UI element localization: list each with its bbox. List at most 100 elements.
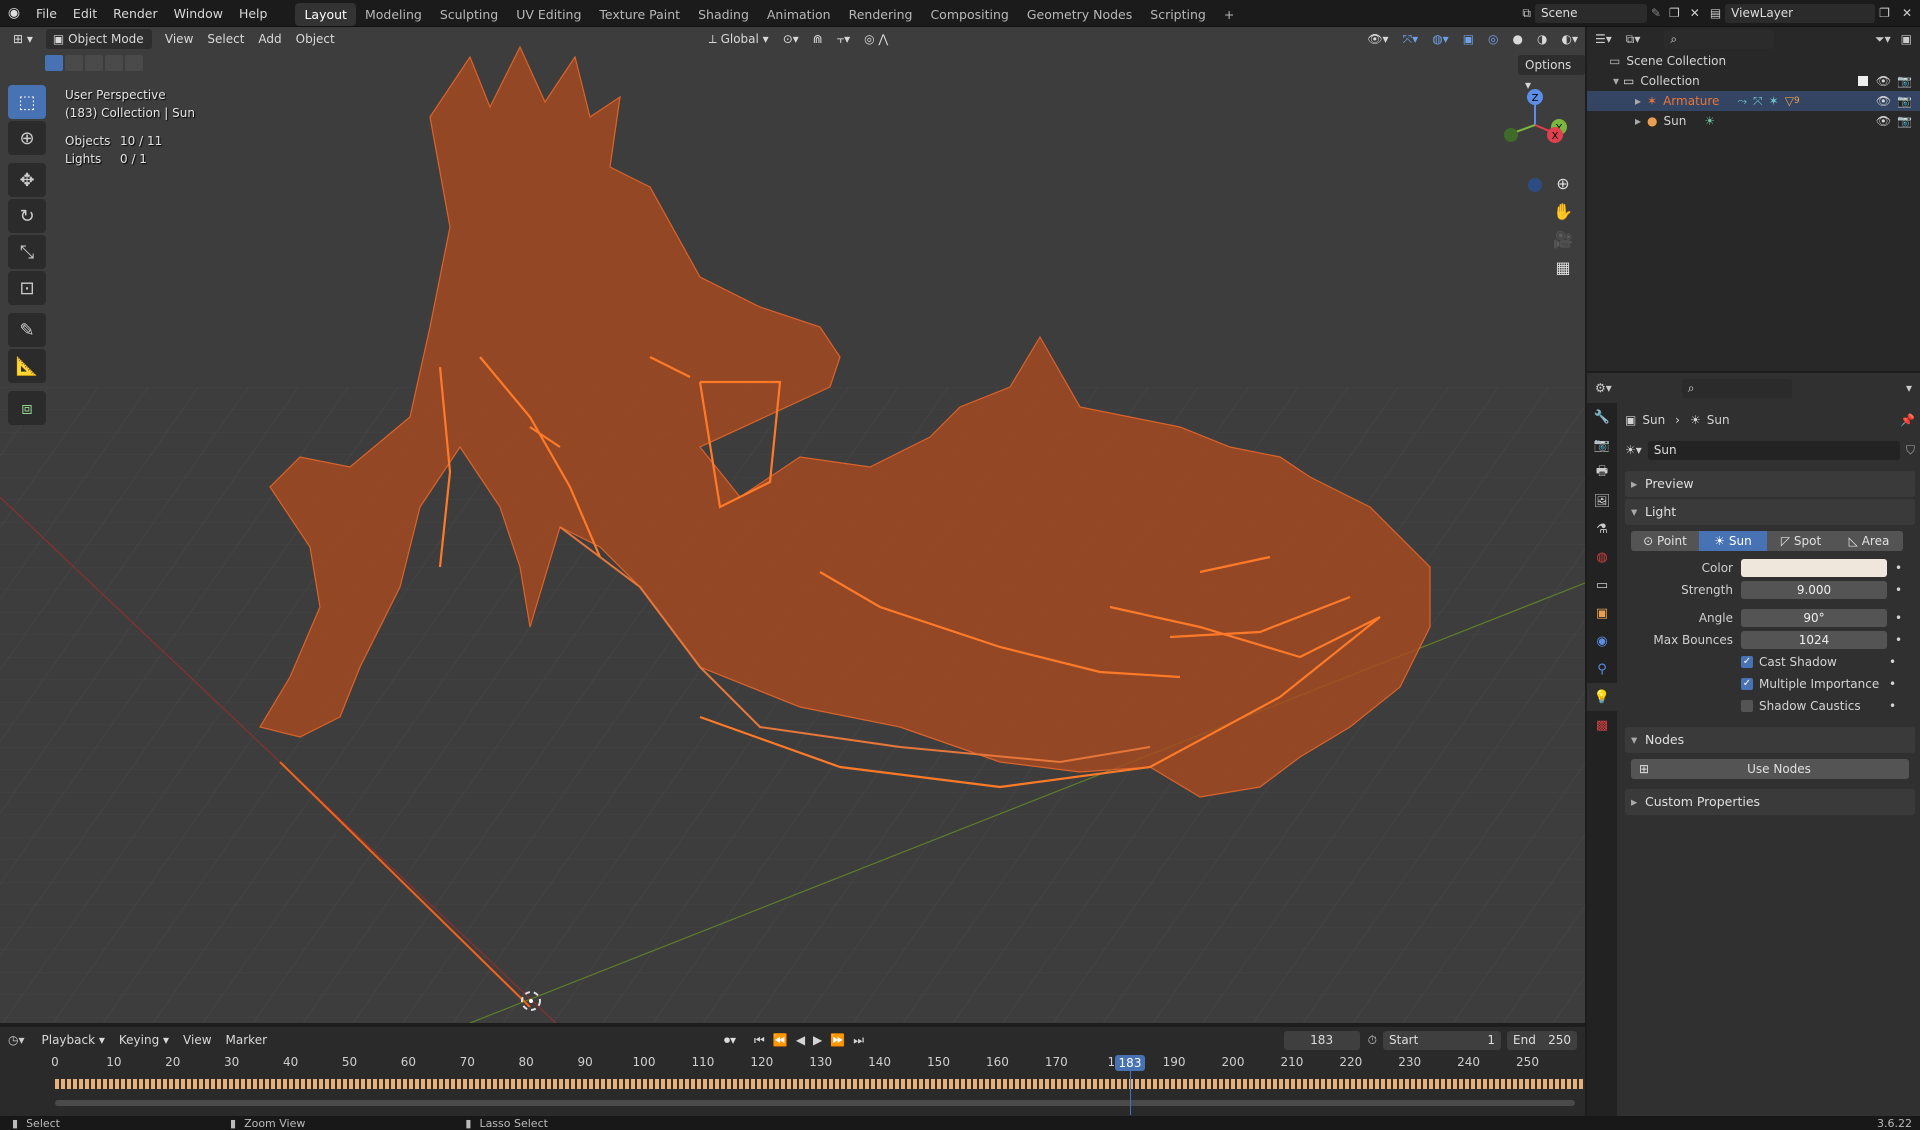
- start-frame-field[interactable]: Start 1: [1383, 1030, 1501, 1050]
- play-icon[interactable]: ▶: [813, 1033, 822, 1047]
- delete-scene-icon[interactable]: ✕: [1684, 6, 1706, 20]
- menu-object[interactable]: Object: [289, 29, 342, 49]
- tab-compositing[interactable]: Compositing: [921, 3, 1017, 26]
- properties-search-input[interactable]: ⌕: [1681, 378, 1792, 398]
- rendered-shading-icon[interactable]: ◐▾: [1555, 29, 1586, 49]
- playback-menu[interactable]: Playback ▾: [35, 1030, 112, 1050]
- keyframe-dot-icon[interactable]: •: [1895, 611, 1902, 625]
- transform-tool-icon[interactable]: ⊡: [8, 271, 46, 305]
- timeline-scrollbar[interactable]: [55, 1100, 1575, 1106]
- menu-edit[interactable]: Edit: [65, 0, 105, 27]
- add-cube-tool-icon[interactable]: ⧈: [8, 391, 46, 425]
- light-type-spot[interactable]: ◸ Spot: [1767, 531, 1835, 551]
- menu-add[interactable]: Add: [251, 29, 288, 49]
- eye-icon[interactable]: 👁: [1876, 111, 1891, 131]
- datablock-name-field[interactable]: Sun: [1647, 440, 1900, 460]
- output-tab-icon[interactable]: 🖶: [1587, 459, 1617, 487]
- keyframe-dot-icon[interactable]: •: [1895, 583, 1902, 597]
- tab-geometry-nodes[interactable]: Geometry Nodes: [1018, 3, 1141, 26]
- light-data-tab-icon[interactable]: 💡: [1587, 683, 1617, 711]
- light-type-sun[interactable]: ☀ Sun: [1699, 531, 1767, 551]
- tab-texture-paint[interactable]: Texture Paint: [590, 3, 689, 26]
- scene-icon[interactable]: ⧉: [1518, 6, 1535, 21]
- physics-tab-icon[interactable]: ◉: [1587, 627, 1617, 655]
- world-tab-icon[interactable]: ◍: [1587, 543, 1617, 571]
- filter-icon[interactable]: ⏷▾: [1875, 32, 1891, 47]
- editor-type-icon[interactable]: ⊞ ▾: [6, 29, 40, 49]
- eye-icon[interactable]: 👁: [1876, 91, 1891, 111]
- keying-menu[interactable]: Keying ▾: [112, 1030, 176, 1050]
- gizmo-z-label[interactable]: Z: [1532, 93, 1539, 104]
- properties-editor-icon[interactable]: ⚙▾: [1595, 381, 1612, 395]
- keyframe-dot-icon[interactable]: •: [1889, 655, 1896, 669]
- light-type-point[interactable]: ⊙ Point: [1631, 531, 1699, 551]
- max-bounces-field[interactable]: 1024: [1741, 631, 1887, 649]
- wireframe-shading-icon[interactable]: ◎: [1481, 29, 1505, 49]
- select-intersect-icon[interactable]: [125, 55, 143, 71]
- panel-preview[interactable]: Preview: [1625, 471, 1915, 497]
- pin-icon[interactable]: ✎: [1647, 6, 1665, 20]
- render-tab-icon[interactable]: 📷: [1587, 431, 1617, 459]
- overlay-toggle-icon[interactable]: ◍▾: [1425, 29, 1456, 49]
- menu-select[interactable]: Select: [200, 29, 251, 49]
- keyframe-dot-icon[interactable]: •: [1895, 633, 1902, 647]
- view-layer-field[interactable]: ViewLayer: [1725, 3, 1876, 23]
- select-invert-icon[interactable]: [105, 55, 123, 71]
- use-preview-range-icon[interactable]: ⏱: [1368, 1033, 1377, 1048]
- measure-tool-icon[interactable]: 📐: [8, 349, 46, 383]
- panel-custom-properties[interactable]: Custom Properties: [1625, 789, 1915, 815]
- transform-orientation-dropdown[interactable]: ⟂ Global ▾: [702, 29, 776, 49]
- use-nodes-button[interactable]: ⊞ Use Nodes: [1631, 759, 1909, 779]
- scale-tool-icon[interactable]: ⤡: [8, 235, 46, 269]
- pan-hand-icon[interactable]: ✋: [1548, 197, 1578, 225]
- panel-nodes[interactable]: Nodes: [1625, 727, 1915, 753]
- tab-shading[interactable]: Shading: [689, 3, 758, 26]
- camera-view-icon[interactable]: 🎥: [1548, 225, 1578, 253]
- pin-icon[interactable]: 📌: [1900, 413, 1915, 427]
- color-swatch[interactable]: [1741, 559, 1887, 577]
- expand-arrow-icon[interactable]: ▸: [1635, 91, 1641, 111]
- keyframe-dot-icon[interactable]: •: [1889, 677, 1896, 691]
- rotate-tool-icon[interactable]: ↻: [8, 199, 46, 233]
- tree-armature[interactable]: ▸ ✶ Armature ⤳ ⤧ ✶ ▽ 9 👁 📷: [1587, 91, 1920, 111]
- panel-light[interactable]: Light: [1625, 499, 1915, 525]
- tab-animation[interactable]: Animation: [758, 3, 840, 26]
- timeline-editor-icon[interactable]: ◷▾: [8, 1033, 25, 1047]
- blender-logo-icon[interactable]: ◉: [0, 5, 28, 21]
- jump-start-icon[interactable]: ⏮: [754, 1033, 765, 1048]
- tree-collection[interactable]: ▾ ▭ Collection 👁 📷: [1587, 71, 1920, 91]
- fake-user-shield-icon[interactable]: ⛉: [1906, 443, 1915, 458]
- keyframe-dot-icon[interactable]: •: [1889, 699, 1896, 713]
- timeline-view-menu[interactable]: View: [176, 1030, 218, 1050]
- menu-render[interactable]: Render: [105, 0, 166, 27]
- xray-icon[interactable]: ▣: [1456, 29, 1481, 49]
- keyframe-dot-icon[interactable]: •: [1895, 561, 1902, 575]
- mode-dropdown[interactable]: ▣ Object Mode ▾: [45, 29, 152, 66]
- current-frame-field[interactable]: 183: [1283, 1030, 1360, 1050]
- select-subtract-icon[interactable]: [85, 55, 103, 71]
- options-dropdown[interactable]: Options ▾: [1518, 55, 1585, 92]
- solid-shading-icon[interactable]: ●: [1506, 29, 1530, 49]
- cast-shadow-row[interactable]: ✓ Cast Shadow •: [1625, 651, 1915, 673]
- light-type-icon[interactable]: ☀▾: [1625, 443, 1642, 457]
- new-scene-icon[interactable]: ❐: [1665, 6, 1684, 20]
- select-box-tool-icon[interactable]: ⬚: [8, 85, 46, 119]
- multiple-importance-row[interactable]: ✓ Multiple Importance •: [1625, 673, 1915, 695]
- expand-arrow-icon[interactable]: ▸: [1635, 111, 1641, 131]
- jump-prev-keyframe-icon[interactable]: ⏪: [773, 1033, 788, 1047]
- expand-arrow-icon[interactable]: ▾: [1613, 71, 1619, 91]
- render-camera-icon[interactable]: 📷: [1897, 91, 1912, 111]
- gizmo-toggle-icon[interactable]: ⤧▾: [1396, 29, 1426, 49]
- delete-view-layer-icon[interactable]: ✕: [1894, 6, 1920, 20]
- tab-rendering[interactable]: Rendering: [840, 3, 922, 26]
- record-icon[interactable]: ⏺▾: [724, 1033, 736, 1048]
- zoom-icon[interactable]: ⊕: [1548, 169, 1578, 197]
- constraints-tab-icon[interactable]: ⚲: [1587, 655, 1617, 683]
- tab-scripting[interactable]: Scripting: [1141, 3, 1215, 26]
- select-extend-icon[interactable]: [65, 55, 83, 71]
- end-frame-field[interactable]: End 250: [1507, 1030, 1577, 1050]
- tab-modeling[interactable]: Modeling: [356, 3, 431, 26]
- outliner-search-input[interactable]: ⌕: [1664, 29, 1775, 49]
- view-layer-tab-icon[interactable]: 🖼: [1587, 487, 1617, 515]
- options-chevron-icon[interactable]: ▾: [1906, 381, 1912, 395]
